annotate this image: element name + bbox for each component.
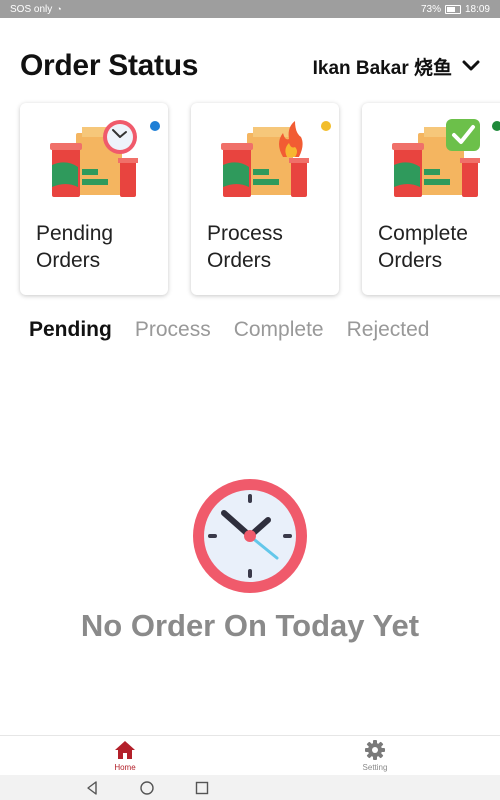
nav-setting[interactable]: Setting bbox=[345, 739, 405, 772]
wifi-icon: ◔ bbox=[56, 4, 62, 14]
bottom-nav: Home Setting bbox=[0, 735, 500, 776]
status-bar: SOS only ◔ 73% 18:09 bbox=[0, 0, 500, 18]
system-nav-bar bbox=[0, 775, 500, 800]
nav-label: Setting bbox=[362, 763, 388, 772]
empty-state-message: No Order On Today Yet bbox=[80, 608, 420, 643]
clock-time: 18:09 bbox=[464, 3, 490, 15]
chevron-down-icon bbox=[462, 60, 480, 71]
tab-process[interactable]: Process bbox=[135, 318, 211, 342]
store-name: Ikan Bakar 烧鱼 bbox=[312, 57, 452, 79]
pending-orders-icon bbox=[50, 120, 138, 197]
home-icon bbox=[115, 741, 135, 759]
card-label: Complete Orders bbox=[378, 222, 468, 272]
status-dot bbox=[150, 121, 160, 131]
order-status-cards: Pending Orders Process Orders Complete O… bbox=[20, 103, 500, 295]
status-dot bbox=[492, 121, 500, 131]
carrier-text: SOS only bbox=[10, 3, 53, 15]
tab-complete[interactable]: Complete bbox=[234, 318, 324, 342]
battery-percent: 73% bbox=[420, 3, 441, 15]
complete-orders-icon bbox=[392, 119, 480, 197]
back-icon[interactable] bbox=[84, 780, 100, 796]
battery-icon bbox=[444, 4, 461, 14]
page-title: Order Status bbox=[20, 49, 199, 82]
card-pending-orders[interactable]: Pending Orders bbox=[20, 103, 168, 295]
header: Order Status Ikan Bakar 烧鱼 bbox=[20, 44, 480, 88]
card-label: Process Orders bbox=[207, 222, 283, 272]
store-selector[interactable]: Ikan Bakar 烧鱼 bbox=[313, 53, 480, 80]
tab-rejected[interactable]: Rejected bbox=[347, 318, 430, 342]
nav-home[interactable]: Home bbox=[95, 739, 155, 772]
card-label: Pending Orders bbox=[36, 222, 114, 272]
nav-label: Home bbox=[114, 763, 136, 772]
process-orders-icon bbox=[221, 121, 309, 197]
recents-icon[interactable] bbox=[194, 780, 210, 796]
gear-icon bbox=[365, 740, 385, 760]
clock-icon bbox=[193, 479, 307, 593]
status-dot bbox=[321, 121, 331, 131]
order-tabs: Pending Process Complete Rejected bbox=[29, 318, 429, 342]
card-process-orders[interactable]: Process Orders bbox=[191, 103, 339, 295]
card-complete-orders[interactable]: Complete Orders bbox=[362, 103, 500, 295]
home-circle-icon[interactable] bbox=[139, 780, 155, 796]
tab-pending[interactable]: Pending bbox=[29, 318, 112, 342]
